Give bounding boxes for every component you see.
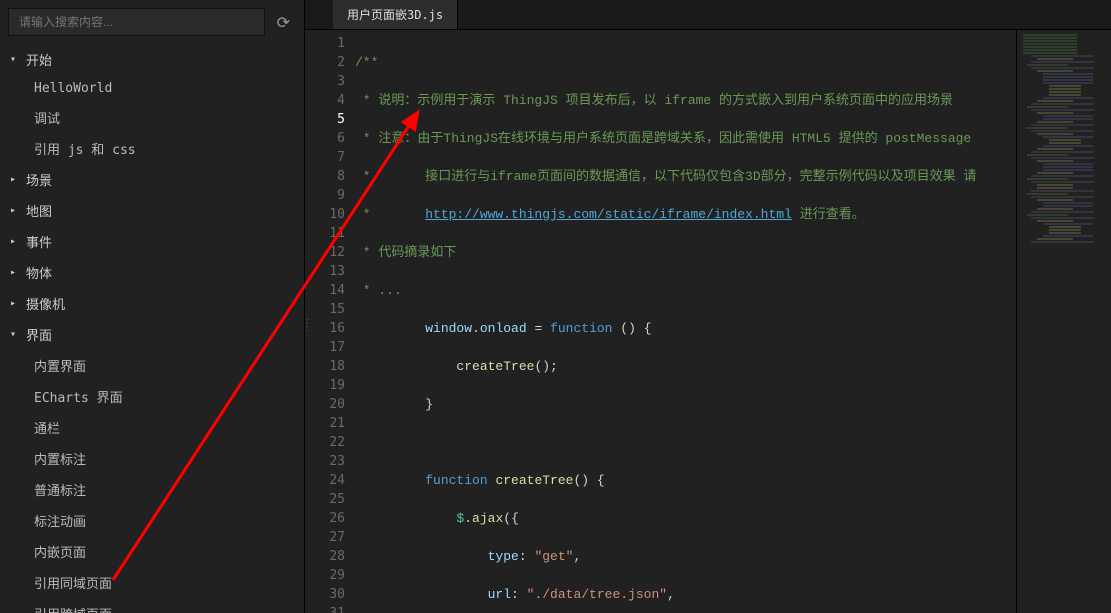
minimap[interactable] — [1016, 30, 1111, 613]
tree-item-jscss[interactable]: 引用 js 和 css — [0, 133, 304, 164]
tree-label: 调试 — [34, 108, 60, 127]
tree-group-start[interactable]: 开始 — [0, 44, 304, 75]
refresh-icon[interactable]: ⟳ — [271, 9, 296, 36]
tree-group-map[interactable]: 地图 — [0, 195, 304, 226]
tree-item-cross-origin[interactable]: 引用跨域页面 — [0, 598, 304, 613]
tree-label: ECharts 界面 — [34, 387, 123, 406]
code-text: * 注意：由于ThingJS在线环境与用户系统页面是跨域关系，因此需使用 HTM… — [355, 131, 971, 146]
tree-group-scene[interactable]: 场景 — [0, 164, 304, 195]
code-text: * 代码摘录如下 — [355, 245, 456, 260]
tree-item-helloworld[interactable]: HelloWorld — [0, 75, 304, 102]
tree-label: 标注动画 — [34, 511, 86, 530]
tree-label: 内置标注 — [34, 449, 86, 468]
tab-bar: 用户页面嵌3D.js — [305, 0, 1111, 30]
code-area[interactable]: /** * 说明：示例用于演示 ThingJS 项目发布后，以 iframe 的… — [355, 30, 1016, 613]
caret-right-icon — [10, 205, 22, 216]
tree-label: 引用 js 和 css — [34, 139, 136, 158]
search-input[interactable] — [8, 8, 265, 36]
caret-right-icon — [10, 267, 22, 278]
tree-item-builtin-marker[interactable]: 内置标注 — [0, 443, 304, 474]
caret-right-icon — [10, 174, 22, 185]
code-text: 进行查看。 — [792, 207, 865, 222]
file-explorer: ⟳ 开始 HelloWorld 调试 引用 js 和 css 场景 地图 事件 … — [0, 0, 305, 613]
tree-item-echarts[interactable]: ECharts 界面 — [0, 381, 304, 412]
code-text: * 说明：示例用于演示 ThingJS 项目发布后，以 iframe 的方式嵌入… — [355, 93, 953, 108]
caret-right-icon — [10, 298, 22, 309]
code-text: /** — [355, 55, 378, 70]
tree-group-camera[interactable]: 摄像机 — [0, 288, 304, 319]
line-gutter: 1234567891011121314151617181920212223242… — [305, 30, 355, 613]
tree-label: 场景 — [26, 170, 52, 189]
search-row: ⟳ — [0, 0, 304, 44]
caret-down-icon — [10, 329, 22, 340]
tree-label: 引用同域页面 — [34, 573, 112, 592]
tree-label: 地图 — [26, 201, 52, 220]
tree-label: 界面 — [26, 325, 52, 344]
tree-item-same-origin[interactable]: 引用同域页面 — [0, 567, 304, 598]
tree-label: 物体 — [26, 263, 52, 282]
code-link[interactable]: http://www.thingjs.com/static/iframe/ind… — [425, 207, 792, 222]
tree-label: 开始 — [26, 50, 52, 69]
tree-label: 内置界面 — [34, 356, 86, 375]
editor-panel: 用户页面嵌3D.js ⋮⋮ 12345678910111213141516171… — [305, 0, 1111, 613]
tree-label: 事件 — [26, 232, 52, 251]
tab-active[interactable]: 用户页面嵌3D.js — [333, 0, 458, 29]
tree-label: 通栏 — [34, 418, 60, 437]
tab-label: 用户页面嵌3D.js — [347, 8, 443, 22]
tree-label: 摄像机 — [26, 294, 65, 313]
tree: 开始 HelloWorld 调试 引用 js 和 css 场景 地图 事件 物体… — [0, 44, 304, 613]
code-text: * ... — [355, 283, 402, 298]
tree-group-object[interactable]: 物体 — [0, 257, 304, 288]
code-text: * 接口进行与iframe页面间的数据通信，以下代码仅包含3D部分，完整示例代码… — [355, 169, 976, 184]
tree-item-banner[interactable]: 通栏 — [0, 412, 304, 443]
tree-group-ui[interactable]: 界面 — [0, 319, 304, 350]
caret-right-icon — [10, 236, 22, 247]
tree-label: HelloWorld — [34, 81, 112, 96]
code-text: * — [355, 207, 425, 222]
tree-item-embed-page[interactable]: 内嵌页面 — [0, 536, 304, 567]
tree-label: 内嵌页面 — [34, 542, 86, 561]
tree-item-normal-marker[interactable]: 普通标注 — [0, 474, 304, 505]
split-handle-icon[interactable]: ⋮⋮ — [305, 322, 308, 350]
editor[interactable]: ⋮⋮ 1234567891011121314151617181920212223… — [305, 30, 1111, 613]
tree-item-debug[interactable]: 调试 — [0, 102, 304, 133]
tree-group-event[interactable]: 事件 — [0, 226, 304, 257]
tree-item-builtin-ui[interactable]: 内置界面 — [0, 350, 304, 381]
caret-down-icon — [10, 54, 22, 65]
tree-label: 普通标注 — [34, 480, 86, 499]
tree-item-marker-anim[interactable]: 标注动画 — [0, 505, 304, 536]
tree-label: 引用跨域页面 — [34, 604, 112, 613]
